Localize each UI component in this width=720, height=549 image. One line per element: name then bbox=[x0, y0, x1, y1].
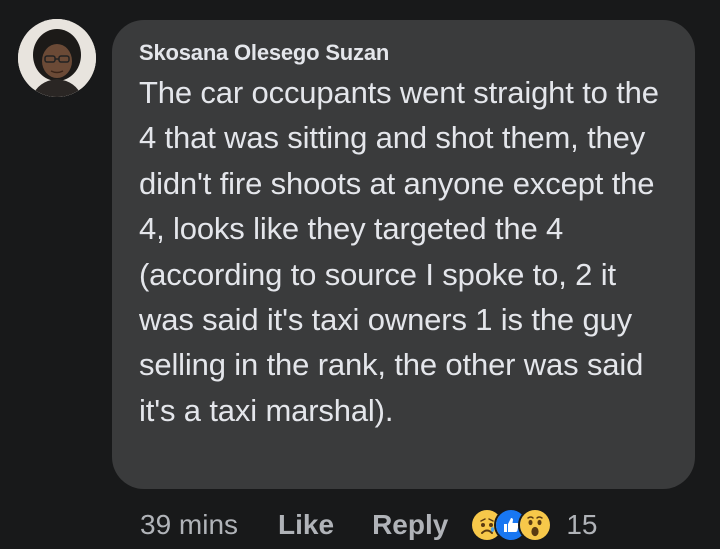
avatar-photo bbox=[18, 19, 96, 97]
reactions-summary[interactable] bbox=[470, 508, 553, 542]
like-button[interactable]: Like bbox=[278, 509, 334, 541]
wow-reaction-icon bbox=[518, 508, 553, 542]
reply-button[interactable]: Reply bbox=[372, 509, 448, 541]
comment-author[interactable]: Skosana Olesego Suzan bbox=[139, 40, 673, 66]
comment-bubble: Skosana Olesego Suzan The car occupants … bbox=[112, 20, 695, 489]
avatar[interactable] bbox=[18, 19, 96, 97]
comment-timestamp[interactable]: 39 mins bbox=[140, 509, 238, 541]
comment-actions: 39 mins Like Reply 15 bbox=[140, 505, 597, 545]
comment-text: The car occupants went straight to the 4… bbox=[139, 75, 659, 428]
reaction-count: 15 bbox=[566, 509, 598, 540]
